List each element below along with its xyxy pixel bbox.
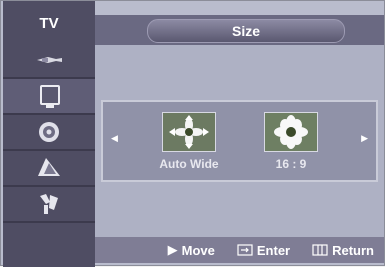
footer-hints: ▶ Move Enter Return (95, 237, 384, 263)
auto-wide-thumbnail (162, 112, 216, 152)
size-selector[interactable]: ◀ ▶ Auto Wide 16: 9 (101, 100, 378, 182)
move-label: Move (181, 242, 215, 258)
enter-icon (237, 244, 253, 256)
sidebar-item-input[interactable] (3, 43, 95, 79)
picture-icon (40, 85, 60, 108)
sidebar-menu (3, 43, 95, 223)
enter-label: Enter (256, 242, 291, 258)
sidebar-title: TV (39, 15, 59, 32)
move-arrow-icon: ▶ (167, 242, 178, 257)
hint-move: ▶ Move (168, 242, 215, 258)
tv-menu-window: TV Size ◀ ▶ Auto Wide 16: 9 ▶ Move Ente… (0, 0, 385, 267)
size-option-label: 16 : 9 (275, 157, 307, 171)
flower-wide-icon (163, 113, 215, 151)
sidebar-item-setup[interactable] (3, 187, 95, 223)
input-plug-icon (37, 57, 62, 63)
sidebar-item-picture[interactable] (3, 79, 95, 115)
flower-icon (265, 113, 317, 151)
sidebar-item-sound[interactable] (3, 115, 95, 151)
size-option-auto-wide[interactable]: Auto Wide (141, 112, 237, 171)
size-option-label: Auto Wide (159, 157, 219, 171)
wide-16-9-thumbnail (264, 112, 318, 152)
main-panel: ◀ ▶ Auto Wide 16: 9 (95, 45, 384, 237)
sidebar: TV (3, 1, 95, 267)
channel-satellite-icon (38, 158, 60, 176)
sidebar-item-channel[interactable] (3, 151, 95, 187)
sound-speaker-icon (39, 122, 59, 142)
hint-return: Return (312, 243, 374, 258)
header-bar: Size (95, 15, 384, 45)
setup-tools-icon (40, 194, 58, 214)
hint-enter: Enter (237, 243, 290, 258)
return-icon (312, 244, 328, 256)
return-label: Return (332, 242, 374, 258)
right-arrow-icon[interactable]: ▶ (361, 133, 368, 144)
left-arrow-icon[interactable]: ◀ (111, 133, 118, 144)
page-title: Size (147, 19, 345, 43)
size-option-16-9[interactable]: 16 : 9 (243, 112, 339, 171)
